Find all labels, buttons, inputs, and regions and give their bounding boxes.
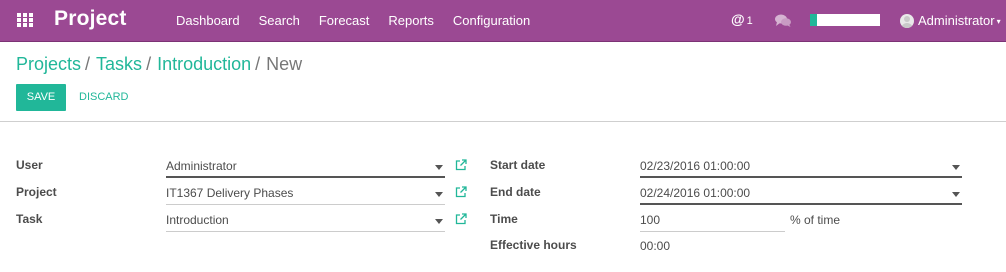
time-input[interactable]: 100 — [640, 213, 785, 232]
caret-down-icon[interactable] — [435, 219, 443, 224]
breadcrumb-current: New — [266, 54, 303, 74]
user-field[interactable]: Administrator — [166, 159, 445, 178]
task-label: Task — [16, 212, 43, 226]
discard-button[interactable]: DISCARD — [79, 91, 129, 103]
breadcrumb-separator: / — [146, 54, 152, 74]
project-value: IT1367 Delivery Phases — [166, 186, 294, 200]
effective-hours-value: 00:00 — [640, 239, 671, 253]
user-menu[interactable]: Administrator ▾ — [918, 13, 1001, 28]
end-date-label: End date — [490, 185, 541, 199]
menu-item-configuration[interactable]: Configuration — [453, 13, 530, 28]
caret-down-icon[interactable] — [435, 192, 443, 197]
user-menu-caret-icon: ▾ — [996, 17, 1001, 27]
time-value: 100 — [640, 213, 661, 227]
mentions-button[interactable]: @1 — [731, 11, 753, 27]
external-link-icon[interactable] — [455, 159, 467, 171]
external-link-icon[interactable] — [455, 213, 467, 225]
time-unit: % of time — [790, 213, 841, 227]
user-avatar-icon[interactable] — [900, 14, 914, 28]
header-divider — [0, 121, 1006, 122]
save-button[interactable]: SAVE — [16, 84, 66, 111]
start-date-label: Start date — [490, 158, 546, 172]
breadcrumb: Projects / Tasks / Introduction / New — [16, 54, 302, 75]
breadcrumb-separator: / — [255, 54, 261, 74]
task-field[interactable]: Introduction — [166, 213, 445, 232]
at-mention-icon: @ — [731, 11, 745, 27]
mention-count: 1 — [746, 15, 753, 27]
breadcrumb-tasks[interactable]: Tasks — [96, 54, 142, 74]
breadcrumb-projects[interactable]: Projects — [16, 54, 81, 74]
breadcrumb-separator: / — [85, 54, 91, 74]
progress-bar-fill — [810, 14, 817, 26]
project-label: Project — [16, 185, 57, 199]
user-label: User — [16, 158, 43, 172]
project-field[interactable]: IT1367 Delivery Phases — [166, 186, 445, 205]
start-date-field[interactable]: 02/23/2016 01:00:00 — [640, 159, 962, 178]
user-name: Administrator — [918, 13, 995, 28]
caret-down-icon[interactable] — [952, 165, 960, 170]
menu-item-search[interactable]: Search — [259, 13, 300, 28]
effective-hours-label: Effective hours — [490, 238, 577, 252]
caret-down-icon[interactable] — [952, 192, 960, 197]
start-date-value: 02/23/2016 01:00:00 — [640, 159, 751, 173]
progress-bar — [810, 14, 880, 26]
menu-item-dashboard[interactable]: Dashboard — [176, 13, 240, 28]
time-label: Time — [490, 212, 518, 226]
menu-item-reports[interactable]: Reports — [388, 13, 434, 28]
external-link-icon[interactable] — [455, 186, 467, 198]
menu-item-forecast[interactable]: Forecast — [319, 13, 370, 28]
end-date-value: 02/24/2016 01:00:00 — [640, 186, 751, 200]
task-value: Introduction — [166, 213, 229, 227]
chat-bubbles-icon[interactable] — [775, 13, 791, 32]
end-date-field[interactable]: 02/24/2016 01:00:00 — [640, 186, 962, 205]
user-value: Administrator — [166, 159, 237, 173]
apps-grid-icon[interactable] — [17, 13, 33, 27]
breadcrumb-introduction[interactable]: Introduction — [157, 54, 251, 74]
top-navbar: Project Dashboard Search Forecast Report… — [0, 0, 1006, 42]
caret-down-icon[interactable] — [435, 165, 443, 170]
app-title: Project — [54, 7, 127, 30]
main-menu: Dashboard Search Forecast Reports Config… — [176, 13, 549, 28]
